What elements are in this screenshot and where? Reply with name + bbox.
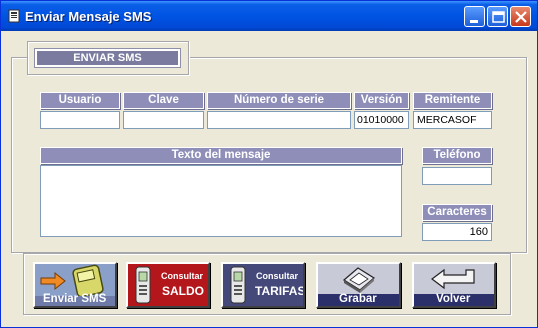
- usuario-label: Usuario: [40, 92, 120, 109]
- caracteres-label: Caracteres: [422, 204, 492, 221]
- grabar-button[interactable]: Grabar: [316, 262, 401, 308]
- saldo-line1: Consultar: [161, 271, 204, 281]
- maximize-button[interactable]: [487, 6, 508, 27]
- minimize-button[interactable]: [464, 6, 485, 27]
- usuario-field[interactable]: [40, 111, 120, 129]
- phone-arrow-icon: [35, 264, 115, 296]
- mobile-phone-icon: [135, 266, 151, 304]
- volver-label: Volver: [436, 293, 471, 305]
- consultar-tarifas-button[interactable]: Consultar TARIFAS: [221, 262, 305, 308]
- mensaje-textarea[interactable]: [40, 165, 402, 237]
- saldo-line2: SALDO: [162, 284, 204, 298]
- sms-window: Enviar Mensaje SMS ENVIAR SMS Usuario Cl…: [0, 0, 538, 328]
- maximize-icon: [492, 11, 505, 23]
- minimize-icon: [470, 20, 478, 23]
- close-button[interactable]: [510, 6, 531, 27]
- tarifas-line1: Consultar: [256, 271, 299, 281]
- enviar-sms-label: Enviar SMS: [43, 293, 107, 305]
- caracteres-field: 160: [422, 223, 492, 241]
- clave-label: Clave: [123, 92, 204, 109]
- grabar-label: Grabar: [339, 293, 377, 305]
- section-header: ENVIAR SMS: [34, 48, 181, 68]
- tarifas-line2: TARIFAS: [255, 284, 305, 298]
- remitente-label: Remitente: [413, 92, 492, 109]
- window-title: Enviar Mensaje SMS: [25, 9, 152, 24]
- consultar-saldo-button[interactable]: Consultar SALDO: [126, 262, 210, 308]
- return-arrow-icon: [414, 264, 494, 294]
- enviar-sms-button[interactable]: Enviar SMS: [33, 262, 117, 308]
- app-icon: [7, 9, 21, 23]
- mobile-phone-icon: [230, 266, 246, 304]
- diskette-icon: [318, 264, 399, 294]
- version-field[interactable]: 01010000: [354, 111, 409, 129]
- clave-field[interactable]: [123, 111, 204, 129]
- telefono-field[interactable]: [422, 167, 492, 185]
- close-icon: [515, 11, 527, 23]
- title-bar[interactable]: Enviar Mensaje SMS: [1, 1, 537, 31]
- telefono-label: Teléfono: [422, 147, 492, 164]
- volver-button[interactable]: Volver: [412, 262, 496, 308]
- mensaje-label: Texto del mensaje: [40, 147, 402, 164]
- serie-label: Número de serie: [207, 92, 351, 109]
- remitente-field[interactable]: MERCASOF: [413, 111, 492, 129]
- version-label: Versión: [354, 92, 409, 109]
- serie-field[interactable]: [207, 111, 351, 129]
